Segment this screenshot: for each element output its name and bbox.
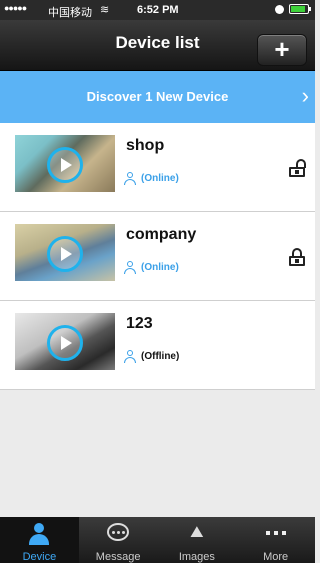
device-status-text: (Offline) (141, 351, 180, 362)
do-not-disturb-icon (275, 4, 284, 14)
play-icon[interactable] (47, 147, 83, 183)
tab-device[interactable]: Device (0, 517, 79, 563)
tab-bar: Device Message ⛰ Images More (0, 517, 315, 563)
device-status: (Online) (124, 261, 179, 274)
tab-label: Images (178, 551, 215, 563)
device-row-123[interactable]: 123 (Offline) (0, 301, 315, 390)
chevron-right-icon: › (301, 83, 309, 108)
carrier-name: 中国移动 (48, 7, 92, 19)
device-name: 123 (126, 315, 153, 332)
tab-label: More (263, 551, 289, 563)
device-status-text: (Online) (141, 262, 179, 273)
user-icon (124, 172, 136, 185)
user-icon (124, 350, 136, 363)
device-status: (Online) (124, 172, 179, 185)
nav-bar: Device list + (0, 20, 315, 71)
tab-label: Message (95, 551, 141, 563)
device-name: shop (126, 137, 165, 154)
discover-new-device-banner[interactable]: Discover 1 New Device › (0, 71, 315, 123)
add-device-button[interactable]: + (257, 34, 307, 66)
status-right (275, 4, 311, 14)
play-icon[interactable] (47, 325, 83, 361)
user-icon (124, 261, 136, 274)
device-status-text: (Online) (141, 173, 179, 184)
device-list: shop (Online) company (Online) 123 (Offl… (0, 123, 315, 390)
status-time: 6:52 PM (137, 4, 179, 16)
images-icon: ⛰ (190, 524, 204, 541)
person-icon (29, 523, 50, 545)
device-name: company (126, 226, 197, 243)
play-icon[interactable] (47, 236, 83, 272)
tab-message[interactable]: Message (79, 517, 158, 563)
device-thumbnail[interactable] (15, 313, 115, 370)
unlock-icon[interactable] (289, 159, 306, 177)
device-thumbnail[interactable] (15, 135, 115, 192)
wifi-icon: ≋ (100, 4, 110, 16)
battery-icon (289, 4, 311, 14)
discover-text: Discover 1 New Device (86, 89, 229, 104)
tab-images[interactable]: ⛰ Images (158, 517, 237, 563)
device-status: (Offline) (124, 350, 179, 363)
tab-more[interactable]: More (236, 517, 315, 563)
device-row-company[interactable]: company (Online) (0, 212, 315, 301)
device-row-shop[interactable]: shop (Online) (0, 123, 315, 212)
device-thumbnail[interactable] (15, 224, 115, 281)
message-icon (107, 523, 130, 541)
signal-icon: ●●●●● (4, 3, 27, 13)
tab-label: Device (22, 551, 57, 563)
more-icon (265, 531, 286, 535)
lock-icon[interactable] (289, 248, 305, 266)
status-bar: ●●●●● 中国移动 ≋ 6:52 PM (0, 0, 315, 20)
